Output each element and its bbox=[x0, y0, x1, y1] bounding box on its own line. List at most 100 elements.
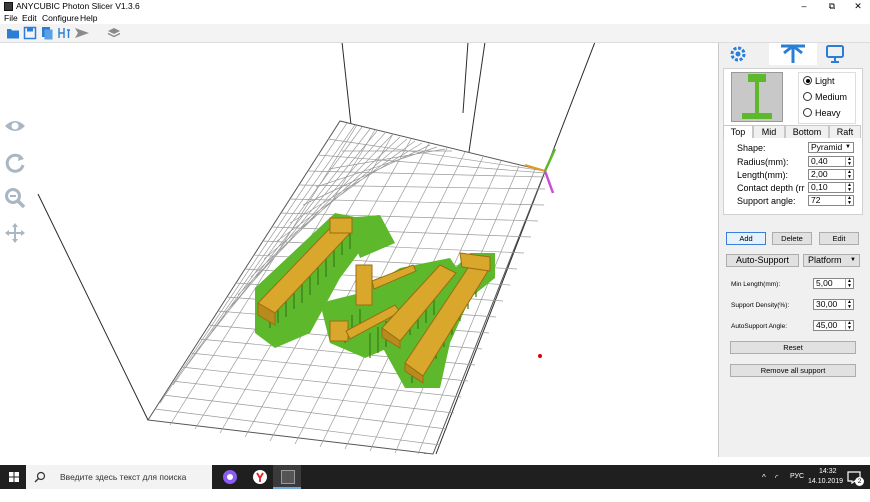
support-angle-value: 72 bbox=[811, 195, 821, 205]
reset-button[interactable]: Reset bbox=[730, 341, 856, 354]
minimize-button[interactable]: – bbox=[790, 0, 818, 13]
3d-viewport[interactable] bbox=[0, 43, 718, 457]
min-length-value: 5,00 bbox=[816, 278, 833, 288]
radio-light[interactable]: Light bbox=[803, 74, 835, 88]
chevron-down-icon: ▼ bbox=[845, 144, 851, 150]
radio-medium[interactable]: Medium bbox=[803, 90, 847, 104]
taskbar-search[interactable]: Введите здесь текст для поиска bbox=[26, 465, 212, 489]
menu-file[interactable]: File bbox=[4, 13, 18, 24]
contact-depth-label: Contact depth (rr bbox=[737, 183, 805, 193]
settings-gear-icon[interactable] bbox=[721, 43, 769, 65]
menu-edit[interactable]: Edit bbox=[22, 13, 37, 24]
taskbar: Введите здесь текст для поиска ^ ◜ РУС 1… bbox=[0, 465, 870, 489]
chevron-down-icon: ▼ bbox=[850, 257, 856, 263]
window-title: ANYCUBIC Photon Slicer V1.3.6 bbox=[16, 1, 140, 11]
photon-slicer-taskbar-item[interactable] bbox=[273, 465, 301, 489]
support-preview-thumbnail bbox=[731, 72, 783, 122]
app-icon bbox=[4, 2, 13, 11]
spin-arrows-icon[interactable]: ▲ ▼ bbox=[845, 279, 853, 288]
menu-help[interactable]: Help bbox=[80, 13, 97, 24]
support-tab-icon[interactable] bbox=[769, 43, 817, 65]
tray-chevron-icon[interactable]: ^ bbox=[762, 473, 766, 497]
copy-icon[interactable] bbox=[40, 26, 54, 40]
add-support-button[interactable]: Add bbox=[726, 232, 766, 245]
title-bar: ANYCUBIC Photon Slicer V1.3.6 – ⧉ ✕ bbox=[0, 0, 870, 13]
support-density-label: Support Density(%): bbox=[731, 302, 790, 309]
search-icon bbox=[34, 471, 46, 483]
subtab-mid[interactable]: Mid bbox=[753, 125, 785, 138]
support-icon[interactable] bbox=[57, 26, 71, 40]
monitor-icon[interactable] bbox=[817, 43, 865, 65]
save-icon[interactable] bbox=[23, 26, 37, 40]
notification-count-badge: 2 bbox=[855, 477, 864, 486]
shape-select[interactable]: Pyramid ▼ bbox=[808, 142, 854, 153]
edit-support-button[interactable]: Edit bbox=[819, 232, 859, 245]
yandex-browser-icon[interactable] bbox=[252, 469, 268, 485]
radio-medium-indicator[interactable] bbox=[803, 92, 812, 101]
alice-assistant-icon[interactable] bbox=[222, 469, 238, 485]
support-density-value: 30,00 bbox=[816, 299, 838, 309]
maximize-button[interactable]: ⧉ bbox=[818, 0, 846, 13]
length-label: Length(mm): bbox=[737, 170, 789, 180]
min-length-label: Min Length(mm): bbox=[731, 281, 781, 288]
windows-start-icon[interactable] bbox=[6, 469, 22, 485]
spin-arrows-icon[interactable]: ▲ ▼ bbox=[845, 157, 853, 166]
length-input[interactable]: 2,00 ▲ ▼ bbox=[808, 169, 854, 180]
support-panel: Light Medium Heavy Top Mid Bottom Raft S… bbox=[718, 43, 870, 457]
auto-support-button[interactable]: Auto-Support bbox=[726, 254, 799, 267]
autosupport-angle-value: 45,00 bbox=[816, 320, 838, 330]
radio-light-label: Light bbox=[815, 76, 835, 86]
menu-bar: File Edit Configure Help bbox=[0, 13, 870, 24]
support-params: Shape: Pyramid ▼ Radius(mm): 0,40 ▲ ▼ Len… bbox=[723, 138, 863, 215]
auto-mode-select[interactable]: Platform ▼ bbox=[803, 254, 860, 267]
remove-all-support-button[interactable]: Remove all support bbox=[730, 364, 856, 377]
contact-depth-value: 0,10 bbox=[811, 182, 828, 192]
radio-heavy-label: Heavy bbox=[815, 108, 841, 118]
rotate-icon[interactable] bbox=[3, 151, 27, 173]
support-angle-input[interactable]: 72 ▲ ▼ bbox=[808, 195, 854, 206]
contact-depth-input[interactable]: 0,10 ▲ ▼ bbox=[808, 182, 854, 193]
shape-label: Shape: bbox=[737, 143, 766, 153]
radio-medium-label: Medium bbox=[815, 92, 848, 102]
radio-heavy-indicator[interactable] bbox=[803, 108, 812, 117]
subtab-bottom[interactable]: Bottom bbox=[785, 125, 829, 138]
support-density-input[interactable]: 30,00 ▲ ▼ bbox=[813, 299, 854, 310]
build-platform-grid bbox=[147, 120, 546, 455]
support-angle-label: Support angle: bbox=[737, 196, 796, 206]
delete-support-button[interactable]: Delete bbox=[772, 232, 812, 245]
clock-date[interactable]: 14.10.2019 bbox=[808, 478, 843, 502]
slice-arrow-icon[interactable] bbox=[74, 26, 90, 40]
spin-arrows-icon[interactable]: ▲ ▼ bbox=[845, 321, 853, 330]
spin-arrows-icon[interactable]: ▲ ▼ bbox=[845, 300, 853, 309]
min-length-input[interactable]: 5,00 ▲ ▼ bbox=[813, 278, 854, 289]
radio-heavy[interactable]: Heavy bbox=[803, 106, 841, 120]
support-subtabs: Top Mid Bottom Raft bbox=[723, 125, 861, 138]
network-icon[interactable]: ◜ bbox=[775, 473, 778, 497]
auto-mode-value: Platform bbox=[808, 255, 842, 265]
point-marker bbox=[538, 354, 542, 358]
length-value: 2,00 bbox=[811, 169, 828, 179]
open-folder-icon[interactable] bbox=[6, 26, 20, 40]
autosupport-angle-input[interactable]: 45,00 ▲ ▼ bbox=[813, 320, 854, 331]
photon-slicer-app-icon bbox=[281, 470, 295, 484]
close-button[interactable]: ✕ bbox=[844, 0, 870, 13]
spin-arrows-icon[interactable]: ▲ ▼ bbox=[845, 183, 853, 192]
spin-arrows-icon[interactable]: ▲ ▼ bbox=[845, 170, 853, 179]
zoom-icon[interactable] bbox=[3, 186, 27, 208]
subtab-raft[interactable]: Raft bbox=[829, 125, 861, 138]
density-radio-group: Light Medium Heavy bbox=[798, 72, 856, 124]
radius-value: 0,40 bbox=[811, 156, 828, 166]
shape-select-value: Pyramid bbox=[811, 142, 843, 152]
radius-label: Radius(mm): bbox=[737, 157, 789, 167]
spin-arrows-icon[interactable]: ▲ ▼ bbox=[845, 196, 853, 205]
layers-icon[interactable] bbox=[107, 26, 121, 40]
move-icon[interactable] bbox=[3, 222, 27, 244]
build-scene bbox=[37, 43, 596, 455]
language-indicator[interactable]: РУС bbox=[790, 473, 804, 497]
menu-configure[interactable]: Configure bbox=[42, 13, 79, 24]
eye-icon[interactable] bbox=[3, 115, 27, 137]
subtab-top[interactable]: Top bbox=[723, 125, 753, 138]
search-placeholder: Введите здесь текст для поиска bbox=[60, 472, 187, 482]
radius-input[interactable]: 0,40 ▲ ▼ bbox=[808, 156, 854, 167]
radio-light-indicator[interactable] bbox=[803, 76, 812, 85]
